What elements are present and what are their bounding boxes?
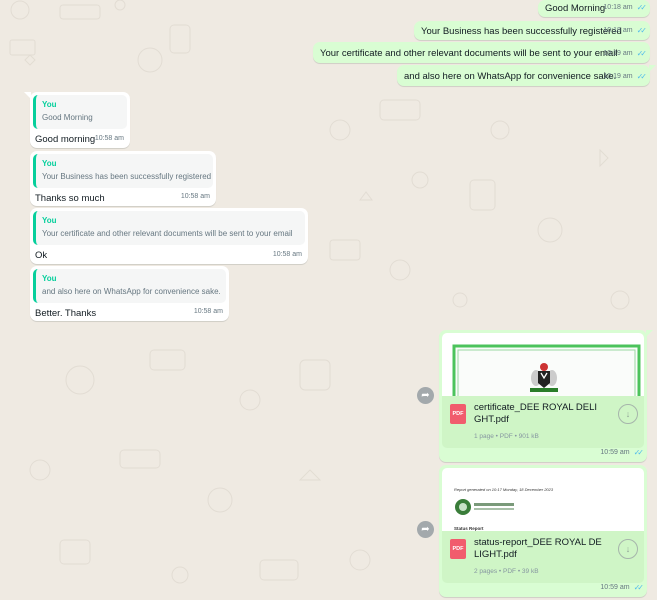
incoming-reply-message[interactable]: You Your certificate and other relevant … (30, 208, 308, 264)
forward-icon: ➦ (421, 390, 430, 401)
message-time: 10:18 am (603, 4, 633, 11)
quoted-message[interactable]: You and also here on WhatsApp for conven… (33, 269, 226, 303)
document-info[interactable]: PDF status-report_DEE ROYAL DELIGHT.pdf … (442, 531, 644, 583)
download-button[interactable]: ↓ (618, 539, 638, 559)
incoming-reply-message[interactable]: You and also here on WhatsApp for conven… (30, 266, 229, 321)
quote-text: Your certificate and other relevant docu… (42, 229, 293, 238)
read-double-tick-icon: ✓✓ (636, 49, 648, 58)
download-button[interactable]: ↓ (618, 404, 638, 424)
bubble-tail (646, 330, 653, 337)
bubble-tail (649, 65, 656, 72)
message-text: Good Morning (545, 3, 606, 14)
document-details: 2 pages • PDF • 39 kB (474, 568, 539, 575)
message-time: 10:59 am (600, 584, 630, 591)
pdf-file-icon: PDF (450, 539, 466, 559)
forward-button[interactable]: ➦ (417, 521, 434, 538)
certificate-preview-image (452, 344, 641, 396)
quote-author: You (42, 274, 57, 283)
message-time: 10:58 am (272, 251, 302, 258)
outgoing-message[interactable]: Good Morning 10:18 am ✓✓ (538, 0, 650, 17)
message-meta: 10:18 am ✓✓ (603, 1, 648, 14)
incoming-reply-message[interactable]: You Your Business has been successfully … (30, 151, 216, 206)
message-text: and also here on WhatsApp for convenienc… (404, 71, 617, 82)
incoming-reply-message[interactable]: You Good Morning Good morning 10:58 am (24, 92, 130, 148)
quote-author: You (42, 216, 57, 225)
quote-author: You (42, 100, 57, 109)
message-meta: 10:59 am ✓✓ (600, 446, 645, 459)
quoted-message[interactable]: You Your Business has been successfully … (33, 154, 213, 188)
preview-report-line: Report generated on 10:17 Monday, 18 Dec… (454, 487, 554, 492)
quote-text: and also here on WhatsApp for convenienc… (42, 287, 221, 296)
forward-icon: ➦ (421, 524, 430, 535)
outgoing-message[interactable]: Your certificate and other relevant docu… (313, 42, 650, 63)
quote-text: Good Morning (42, 113, 93, 122)
message-time: 10:18 am (603, 27, 633, 34)
quoted-message[interactable]: You Your certificate and other relevant … (33, 211, 305, 245)
message-meta: 10:19 am ✓✓ (603, 47, 648, 60)
cac-logo-image (455, 499, 514, 515)
message-time: 10:19 am (603, 73, 633, 80)
message-meta: 10:18 am ✓✓ (603, 24, 648, 37)
message-meta: 10:59 am ✓✓ (600, 581, 645, 594)
message-meta: 10:19 am ✓✓ (603, 70, 648, 83)
message-time: 10:58 am (94, 135, 124, 142)
outgoing-message[interactable]: and also here on WhatsApp for convenienc… (397, 65, 656, 86)
document-message[interactable]: Report generated on 10:17 Monday, 18 Dec… (439, 465, 647, 597)
message-text: Ok (35, 250, 48, 261)
document-file-name: certificate_DEE ROYAL DELIGHT.pdf (474, 402, 598, 425)
bubble-tail (24, 92, 31, 99)
document-info[interactable]: PDF certificate_DEE ROYAL DELIGHT.pdf 1 … (442, 396, 644, 448)
message-text: Your certificate and other relevant docu… (320, 48, 618, 59)
document-message[interactable]: PDF certificate_DEE ROYAL DELIGHT.pdf 1 … (439, 330, 653, 462)
read-double-tick-icon: ✓✓ (636, 3, 648, 12)
document-file-name: status-report_DEE ROYAL DELIGHT.pdf (474, 537, 602, 560)
quote-author: You (42, 159, 57, 168)
read-double-tick-icon: ✓✓ (636, 72, 648, 81)
download-icon: ↓ (625, 408, 631, 419)
message-time: 10:59 am (600, 449, 630, 456)
outgoing-message[interactable]: Your Business has been successfully regi… (414, 21, 650, 40)
message-time: 10:58 am (180, 193, 210, 200)
document-details: 1 page • PDF • 901 kB (474, 433, 539, 440)
preview-heading: Status Report (454, 526, 484, 531)
message-time: 10:58 am (193, 308, 223, 315)
read-double-tick-icon: ✓✓ (633, 583, 645, 592)
message-time: 10:19 am (603, 50, 633, 57)
read-double-tick-icon: ✓✓ (633, 448, 645, 457)
quoted-message[interactable]: You Good Morning (33, 95, 127, 129)
pdf-file-icon: PDF (450, 404, 466, 424)
download-icon: ↓ (625, 543, 631, 554)
read-double-tick-icon: ✓✓ (636, 26, 648, 35)
forward-button[interactable]: ➦ (417, 387, 434, 404)
quote-text: Your Business has been successfully regi… (42, 172, 212, 181)
message-text: Your Business has been successfully regi… (421, 26, 622, 37)
document-preview[interactable] (442, 333, 644, 396)
document-preview[interactable]: Report generated on 10:17 Monday, 18 Dec… (442, 468, 644, 531)
